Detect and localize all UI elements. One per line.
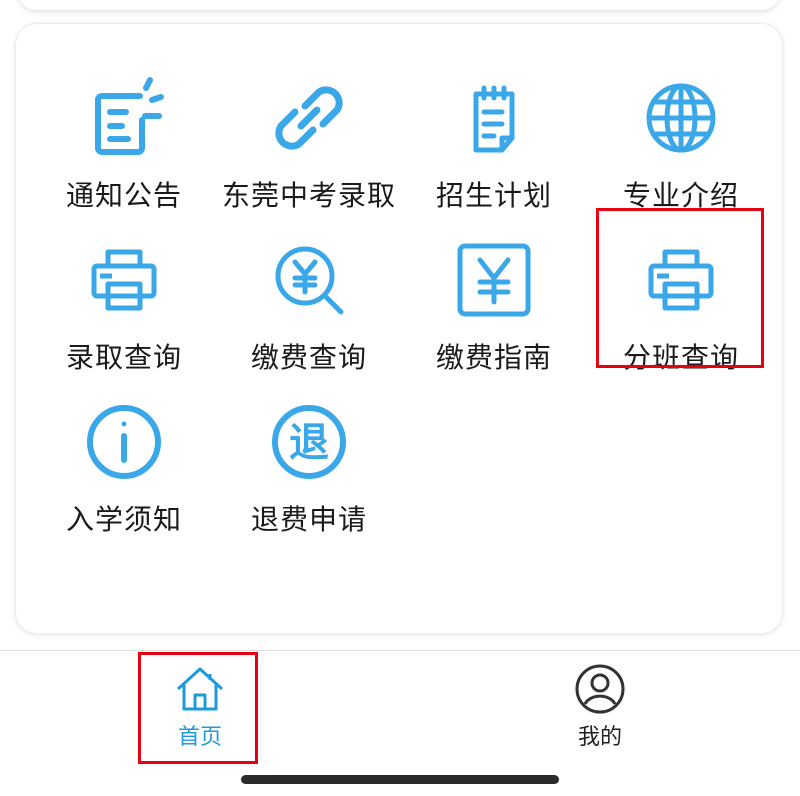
tile-label: 分班查询 bbox=[622, 341, 739, 374]
home-icon bbox=[176, 667, 224, 711]
tab-home[interactable]: 首页 bbox=[140, 663, 260, 753]
tile-class-query[interactable]: 分班查询 bbox=[588, 206, 774, 374]
tile-label: 入学须知 bbox=[65, 503, 182, 536]
tile-major-intro[interactable]: 专业介绍 bbox=[588, 44, 774, 212]
home-indicator-bar[interactable] bbox=[241, 775, 559, 784]
previous-card-edge bbox=[18, 0, 780, 10]
tile-label: 退费申请 bbox=[250, 503, 367, 536]
tab-me[interactable]: 我的 bbox=[540, 663, 660, 753]
printer-icon bbox=[82, 238, 166, 322]
tile-refund-apply[interactable]: 退 退费申请 bbox=[216, 368, 402, 536]
tab-home-label: 首页 bbox=[177, 725, 222, 750]
refund-glyph: 退 bbox=[289, 420, 329, 466]
tab-me-label: 我的 bbox=[577, 725, 622, 750]
app-screen: 通知公告 东莞中考录取 招生计划 专业介绍 录取查询 缴费查询 缴费指南 分班查… bbox=[0, 0, 800, 796]
tile-fee-guide[interactable]: 缴费指南 bbox=[401, 206, 587, 374]
tile-admission-notes[interactable]: 入学须知 bbox=[31, 368, 217, 536]
yuan-search-icon bbox=[267, 238, 351, 322]
notice-document-icon bbox=[82, 76, 166, 160]
tile-notice[interactable]: 通知公告 bbox=[31, 44, 217, 212]
function-grid: 通知公告 东莞中考录取 招生计划 专业介绍 录取查询 缴费查询 缴费指南 分班查… bbox=[16, 24, 782, 633]
globe-icon bbox=[639, 76, 723, 160]
refund-circle-icon: 退 bbox=[267, 400, 351, 484]
printer-icon bbox=[639, 238, 723, 322]
tile-enrollment-plan[interactable]: 招生计划 bbox=[401, 44, 587, 212]
info-circle-icon bbox=[82, 400, 166, 484]
clipboard-plan-icon bbox=[452, 76, 536, 160]
yuan-box-icon bbox=[452, 238, 536, 322]
tile-fee-query[interactable]: 缴费查询 bbox=[216, 206, 402, 374]
tile-dongguan-admission[interactable]: 东莞中考录取 bbox=[216, 44, 402, 212]
tile-admission-query[interactable]: 录取查询 bbox=[31, 206, 217, 374]
tile-label: 缴费指南 bbox=[435, 341, 552, 374]
function-menu-card: 通知公告 东莞中考录取 招生计划 专业介绍 录取查询 缴费查询 缴费指南 分班查… bbox=[15, 23, 783, 634]
link-chain-icon bbox=[267, 76, 351, 160]
user-profile-icon bbox=[575, 664, 625, 714]
